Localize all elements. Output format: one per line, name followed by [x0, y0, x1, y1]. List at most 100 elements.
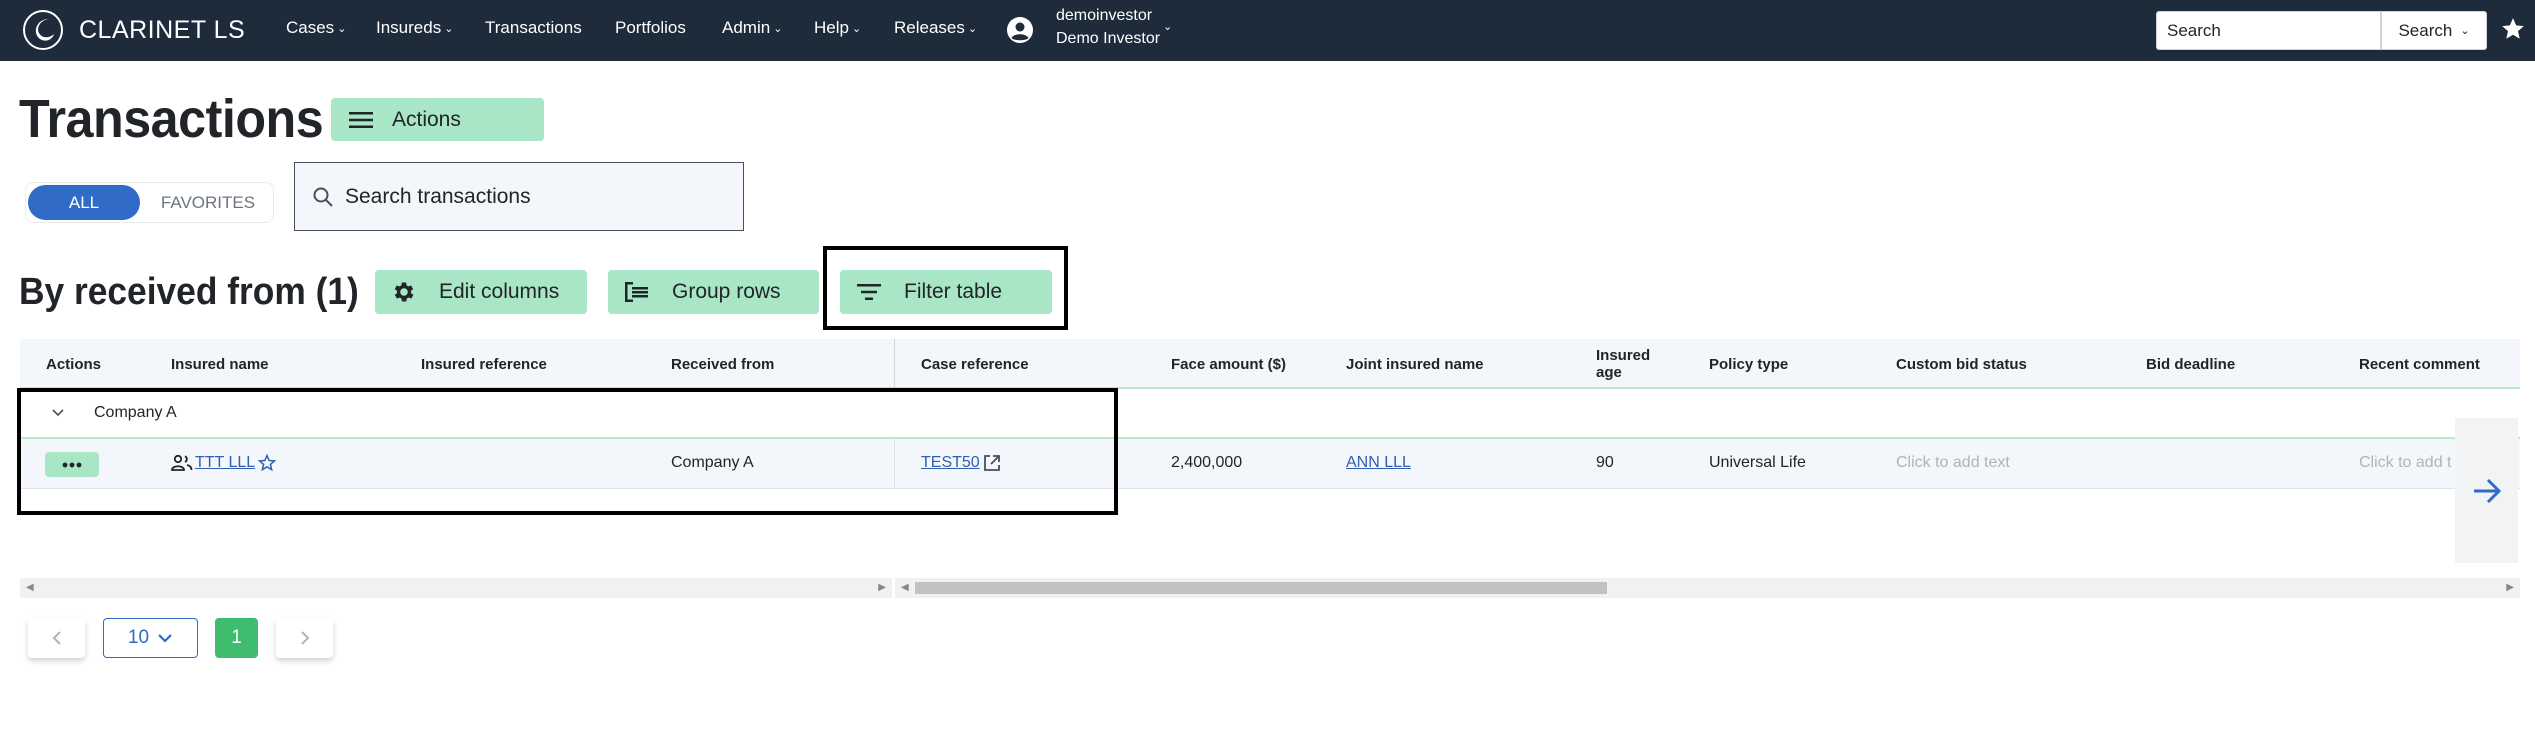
menu-icon: [349, 111, 373, 128]
page-size-select[interactable]: 10: [103, 618, 198, 658]
scroll-right-arrow-icon[interactable]: ▶: [2506, 582, 2514, 593]
global-search-button[interactable]: Search ⌄: [2381, 11, 2487, 50]
section-title: By received from (1): [19, 271, 359, 313]
col-recent-comment[interactable]: Recent comment: [2359, 339, 2480, 389]
table-horizontal-scrollbar[interactable]: ◀ ▶: [895, 578, 2520, 598]
nav-portfolios[interactable]: Portfolios: [615, 18, 686, 38]
row-actions-button[interactable]: [45, 452, 99, 477]
chevron-down-icon[interactable]: [50, 405, 66, 421]
insured-name-link[interactable]: TTT LLL: [195, 454, 255, 472]
page-number-button[interactable]: 1: [215, 618, 258, 658]
chevron-down-icon: ⌄: [773, 23, 783, 35]
actions-button[interactable]: Actions: [331, 98, 544, 141]
col-joint-insured-name[interactable]: Joint insured name: [1346, 339, 1484, 389]
toggle-all[interactable]: ALL: [28, 185, 140, 220]
col-custom-bid-status[interactable]: Custom bid status: [1896, 339, 2027, 389]
frozen-column-divider: [894, 439, 895, 489]
nav-help[interactable]: Help ⌄: [814, 18, 861, 38]
arrow-right-icon: [2473, 478, 2501, 503]
scroll-left-arrow-icon[interactable]: ◀: [26, 582, 34, 593]
nav-releases[interactable]: Releases ⌄: [894, 18, 977, 38]
recent-comment-cell[interactable]: Click to add t: [2359, 454, 2451, 472]
filter-table-label: Filter table: [904, 280, 1003, 303]
table-row: TTT LLL Company A TEST50 2,400,000 ANN L…: [20, 439, 2520, 489]
transactions-search-placeholder: Search transactions: [345, 185, 531, 208]
scroll-right-arrow-icon[interactable]: ▶: [878, 582, 886, 593]
chevron-down-icon: ⌄: [2460, 25, 2470, 37]
nav-transactions[interactable]: Transactions: [485, 18, 582, 38]
star-icon[interactable]: [2500, 16, 2526, 42]
insured-age-cell: 90: [1596, 454, 1614, 471]
filter-icon: [857, 284, 881, 300]
joint-insured-name-link[interactable]: ANN LLL: [1346, 454, 1411, 472]
nav-admin[interactable]: Admin ⌄: [722, 18, 782, 38]
edit-columns-label: Edit columns: [439, 280, 560, 303]
nav-admin-label: Admin: [722, 18, 771, 37]
filter-table-button[interactable]: Filter table: [840, 270, 1052, 314]
chevron-down-icon: ⌄: [337, 23, 347, 35]
previous-page-button[interactable]: [28, 618, 85, 658]
edit-columns-button[interactable]: Edit columns: [375, 270, 587, 314]
transactions-search-input[interactable]: Search transactions: [294, 162, 744, 231]
joint-insureds-icon: [171, 454, 193, 471]
col-received-from[interactable]: Received from: [671, 339, 774, 389]
user-display-name[interactable]: Demo Investor: [1056, 30, 1160, 48]
nav-transactions-label: Transactions: [485, 18, 582, 37]
chevron-down-icon: ⌄: [851, 23, 862, 35]
next-page-button[interactable]: [276, 618, 333, 658]
frozen-columns-scrollbar[interactable]: ◀ ▶: [20, 578, 892, 598]
nav-releases-label: Releases: [894, 18, 965, 37]
actions-button-label: Actions: [392, 107, 461, 131]
group-label: Company A: [94, 404, 177, 421]
col-case-reference[interactable]: Case reference: [921, 339, 1029, 389]
search-icon: [313, 187, 333, 207]
page-title: Transactions: [19, 89, 324, 149]
favorite-star-icon[interactable]: [257, 453, 277, 473]
chevron-left-icon: [52, 631, 61, 645]
user-account-icon[interactable]: [1006, 16, 1034, 44]
user-username[interactable]: demoinvestor: [1056, 7, 1152, 25]
external-link-icon[interactable]: [982, 453, 1002, 473]
case-reference-link[interactable]: TEST50: [921, 454, 980, 472]
col-insured-age[interactable]: Insured age: [1596, 339, 1656, 389]
scroll-right-button[interactable]: [2455, 418, 2518, 563]
group-row-company-a[interactable]: Company A: [20, 389, 2520, 439]
global-search-button-label: Search: [2398, 20, 2453, 40]
page-size-value: 10: [127, 627, 150, 648]
col-actions[interactable]: Actions: [46, 339, 101, 389]
group-rows-label: Group rows: [672, 280, 781, 303]
scroll-left-arrow-icon[interactable]: ◀: [901, 582, 909, 593]
col-insured-reference[interactable]: Insured reference: [421, 339, 547, 389]
col-bid-deadline[interactable]: Bid deadline: [2146, 339, 2235, 389]
nav-cases-label: Cases: [286, 18, 335, 37]
chevron-down-icon: ⌄: [967, 23, 978, 35]
global-search-input[interactable]: [2156, 11, 2381, 50]
chevron-down-icon: ⌄: [444, 23, 454, 35]
col-face-amount[interactable]: Face amount ($): [1171, 339, 1286, 389]
gear-icon: [394, 282, 414, 302]
clarinet-logo-icon[interactable]: [22, 9, 64, 51]
chevron-down-icon: [158, 634, 172, 643]
col-policy-type[interactable]: Policy type: [1709, 339, 1788, 389]
col-insured-name[interactable]: Insured name: [171, 339, 269, 389]
face-amount-cell: 2,400,000: [1171, 454, 1243, 471]
policy-type-cell: Universal Life: [1709, 454, 1806, 471]
table-header: Actions Insured name Insured reference R…: [20, 339, 2520, 389]
group-rows-button[interactable]: Group rows: [608, 270, 819, 314]
brand-name[interactable]: CLARINET LS: [79, 16, 245, 45]
nav-portfolios-label: Portfolios: [615, 18, 686, 37]
nav-help-label: Help: [814, 18, 849, 37]
nav-cases[interactable]: Cases ⌄: [286, 18, 346, 38]
frozen-column-divider: [894, 339, 895, 389]
nav-insureds-label: Insureds: [376, 18, 442, 37]
user-menu-chevron-icon[interactable]: ⌄: [1163, 20, 1172, 33]
scrollbar-thumb[interactable]: [915, 582, 1607, 594]
view-toggle: ALL FAVORITES: [25, 182, 274, 223]
nav-insureds[interactable]: Insureds ⌄: [376, 18, 453, 38]
toggle-favorites[interactable]: FAVORITES: [144, 185, 272, 220]
received-from-cell: Company A: [671, 454, 754, 471]
chevron-right-icon: [300, 631, 309, 645]
more-dots-icon: [62, 462, 82, 467]
group-rows-icon: [625, 282, 648, 302]
custom-bid-status-cell[interactable]: Click to add text: [1896, 454, 2010, 472]
